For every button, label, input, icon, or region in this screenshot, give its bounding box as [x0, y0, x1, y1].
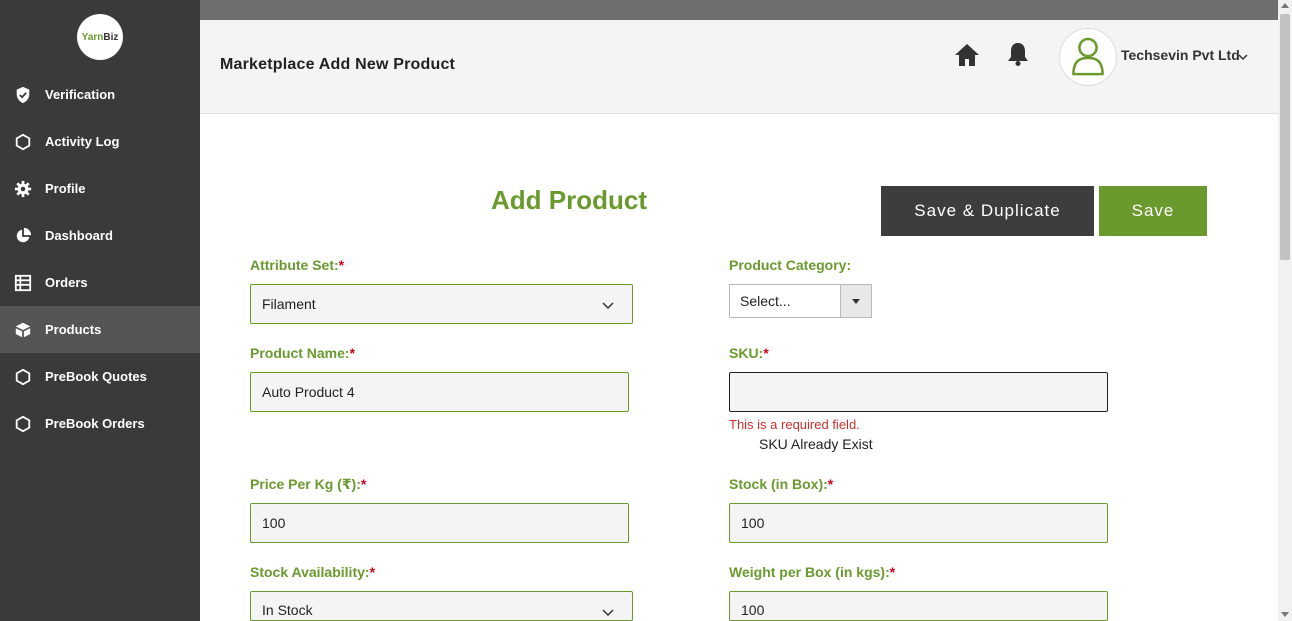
required-asterisk: *: [338, 257, 345, 273]
required-asterisk: *: [763, 345, 769, 361]
stock-availability-select[interactable]: In Stock: [250, 591, 633, 621]
sidebar-item-prebook-orders[interactable]: PreBook Orders: [0, 400, 200, 447]
product-name-label: Product Name:*: [250, 345, 355, 361]
sidebar: Yarn Biz Verification Activity Log Profil…: [0, 0, 200, 621]
price-per-kg-value: 100: [262, 515, 286, 531]
hexagon-icon: [14, 368, 32, 386]
sidebar-item-products[interactable]: Products: [0, 306, 200, 353]
sidebar-item-label: Verification: [45, 87, 116, 102]
logo-text-biz: Biz: [103, 31, 119, 43]
chevron-down-icon: [602, 298, 614, 310]
sidebar-item-label: Profile: [45, 181, 86, 196]
attribute-set-select[interactable]: Filament: [250, 284, 633, 324]
page-title: Marketplace Add New Product: [220, 56, 456, 73]
attribute-set-label: Attribute Set:*: [250, 257, 344, 273]
chevron-down-icon[interactable]: [1238, 49, 1248, 61]
required-asterisk: *: [827, 476, 834, 492]
sidebar-item-label: Dashboard: [45, 228, 113, 243]
yarnbiz-logo[interactable]: Yarn Biz: [77, 14, 123, 60]
stock-availability-label: Stock Availability:*: [250, 564, 375, 580]
save-duplicate-button[interactable]: Save & Duplicate: [881, 186, 1094, 236]
weight-per-box-label: Weight per Box (in kgs):*: [729, 564, 895, 580]
stock-in-box-input[interactable]: 100: [729, 503, 1108, 543]
company-name[interactable]: Techsevin Pvt Ltd: [1121, 47, 1240, 63]
save-button[interactable]: Save: [1099, 186, 1207, 236]
hexagon-icon: [14, 415, 32, 433]
user-icon: [1072, 37, 1104, 76]
gear-icon: [14, 180, 32, 198]
product-category-label-text: Product Category:: [729, 257, 852, 273]
product-name-input[interactable]: Auto Product 4: [250, 372, 629, 412]
sidebar-item-label: Products: [45, 322, 102, 337]
avatar[interactable]: [1059, 28, 1117, 86]
sidebar-item-label: PreBook Orders: [45, 416, 145, 431]
required-asterisk: *: [360, 476, 367, 492]
pie-chart-icon: [14, 227, 32, 245]
sidebar-item-dashboard[interactable]: Dashboard: [0, 212, 200, 259]
logo-text-yarn: Yarn: [81, 31, 104, 43]
stock-in-box-value: 100: [741, 515, 765, 531]
scroll-up-arrow-icon[interactable]: [1281, 3, 1289, 8]
sidebar-item-label: Activity Log: [45, 134, 120, 149]
scroll-down-arrow-icon[interactable]: [1281, 612, 1289, 617]
price-per-kg-label-text: Price Per Kg (₹):: [250, 476, 361, 492]
product-name-value: Auto Product 4: [262, 384, 355, 400]
dropdown-arrow-icon[interactable]: [840, 285, 871, 317]
form-heading: Add Product: [491, 185, 647, 215]
sidebar-item-label: PreBook Quotes: [45, 369, 147, 384]
sidebar-item-profile[interactable]: Profile: [0, 165, 200, 212]
attribute-set-value: Filament: [262, 296, 316, 312]
price-per-kg-input[interactable]: 100: [250, 503, 629, 543]
page-header: Marketplace Add New Product Techsevin Pv…: [200, 20, 1278, 114]
sidebar-nav: Verification Activity Log Profile Dashbo…: [0, 71, 200, 447]
shield-check-icon: [14, 86, 32, 104]
product-name-label-text: Product Name:: [250, 345, 350, 361]
home-icon[interactable]: [953, 41, 981, 69]
weight-per-box-label-text: Weight per Box (in kgs):: [729, 564, 890, 580]
required-asterisk: *: [889, 564, 896, 580]
chevron-down-icon: [602, 605, 614, 617]
required-asterisk: *: [369, 564, 376, 580]
sidebar-item-label: Orders: [45, 275, 88, 290]
page-scrollbar[interactable]: [1278, 0, 1292, 621]
hexagon-icon: [14, 133, 32, 151]
price-per-kg-label: Price Per Kg (₹):*: [250, 476, 366, 493]
top-strip: [200, 0, 1278, 20]
required-asterisk: *: [349, 345, 356, 361]
weight-per-box-input[interactable]: 100: [729, 591, 1108, 621]
table-icon: [14, 274, 32, 292]
product-category-select[interactable]: Select...: [729, 284, 872, 318]
stock-availability-label-text: Stock Availability:: [250, 564, 370, 580]
sidebar-item-orders[interactable]: Orders: [0, 259, 200, 306]
sku-label: SKU:*: [729, 345, 769, 361]
product-category-label: Product Category:: [729, 257, 851, 273]
weight-per-box-value: 100: [741, 602, 765, 618]
sidebar-item-activity-log[interactable]: Activity Log: [0, 118, 200, 165]
product-category-value: Select...: [740, 293, 791, 309]
stock-in-box-label: Stock (in Box):*: [729, 476, 833, 492]
stock-in-box-label-text: Stock (in Box):: [729, 476, 828, 492]
cube-icon: [14, 321, 32, 339]
sku-label-text: SKU:: [729, 345, 764, 361]
scroll-thumb[interactable]: [1280, 14, 1290, 260]
bell-icon[interactable]: [1005, 41, 1031, 67]
sku-input[interactable]: [729, 372, 1108, 412]
sku-exists-message: SKU Already Exist: [759, 436, 873, 452]
sidebar-item-verification[interactable]: Verification: [0, 71, 200, 118]
sku-error-message: This is a required field.: [729, 417, 860, 432]
stock-availability-value: In Stock: [262, 602, 313, 618]
sidebar-item-prebook-quotes[interactable]: PreBook Quotes: [0, 353, 200, 400]
attribute-set-label-text: Attribute Set:: [250, 257, 339, 273]
